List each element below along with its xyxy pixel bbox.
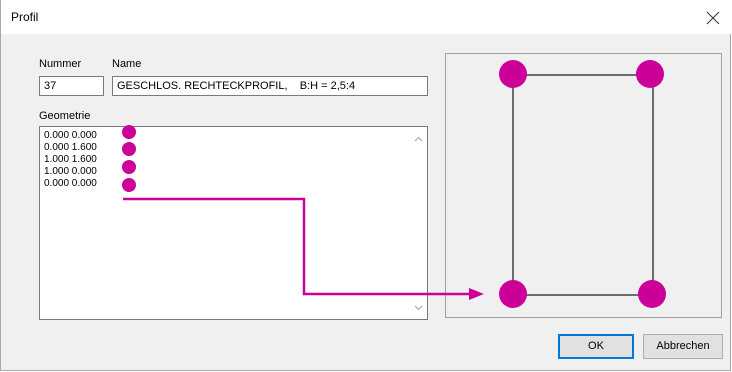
geometrie-lines: 0.000 0.000 0.000 1.600 1.000 1.600 1.00… [44, 130, 97, 190]
scroll-down-arrow-icon[interactable] [414, 303, 423, 312]
close-icon[interactable] [703, 8, 723, 28]
profil-dialog: Profil Nummer Name 37 GESCHLOS. RECHTECK… [0, 0, 732, 371]
name-field[interactable]: GESCHLOS. RECHTECKPROFIL, B:H = 2,5:4 [112, 76, 428, 96]
geometrie-line: 1.000 1.600 [44, 154, 97, 165]
geometrie-line: 0.000 0.000 [44, 178, 97, 189]
geometrie-label: Geometrie [39, 110, 91, 122]
scroll-up-arrow-icon[interactable] [414, 135, 423, 144]
nummer-field[interactable]: 37 [39, 76, 104, 96]
geometrie-line: 0.000 0.000 [44, 130, 97, 141]
cancel-button[interactable]: Abbrechen [643, 334, 723, 359]
geometrie-textarea[interactable]: 0.000 0.000 0.000 1.600 1.000 1.600 1.00… [39, 126, 428, 320]
vertical-scrollbar[interactable] [410, 127, 427, 319]
ok-button[interactable]: OK [558, 334, 634, 359]
nummer-label: Nummer [39, 58, 82, 70]
profile-preview [445, 53, 722, 318]
window-title: Profil [11, 10, 39, 24]
geometrie-line: 1.000 0.000 [44, 166, 97, 177]
name-label: Name [112, 58, 142, 70]
title-bar: Profil [1, 0, 732, 34]
geometrie-line: 0.000 1.600 [44, 142, 97, 153]
